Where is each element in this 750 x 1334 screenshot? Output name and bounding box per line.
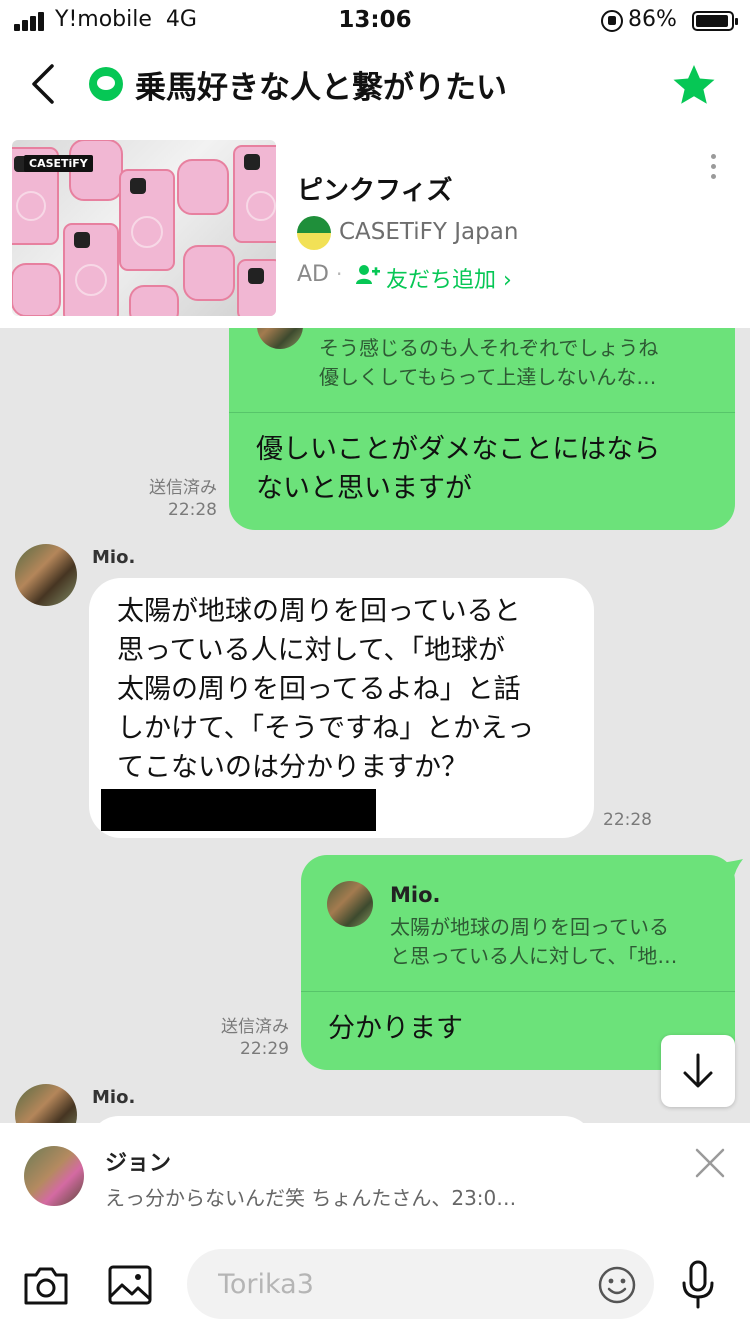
group-title[interactable]: 乗馬好きな人と繋がりたい xyxy=(135,62,507,107)
sender-avatar[interactable] xyxy=(15,1084,77,1123)
chevron-left-icon xyxy=(32,64,54,104)
ad-image[interactable]: CASETiFY xyxy=(12,140,276,316)
reply-name: Mio. xyxy=(390,883,441,907)
microphone-button[interactable] xyxy=(678,1259,718,1311)
microphone-icon xyxy=(682,1260,714,1309)
received-message-bubble[interactable] xyxy=(89,1116,594,1123)
sender-name: Mio. xyxy=(92,1087,136,1108)
back-button[interactable] xyxy=(24,58,64,110)
ad-title[interactable]: ピンクフィズ xyxy=(297,170,452,207)
redacted-block xyxy=(101,789,376,831)
message-meta: 送信済み 22:29 xyxy=(192,1016,289,1060)
ad-banner[interactable]: CASETiFY ピンクフィズ CASETiFY Japan AD · 友だち追… xyxy=(0,128,750,328)
camera-icon xyxy=(24,1267,68,1305)
star-icon xyxy=(673,65,715,104)
ad-label: AD xyxy=(297,262,329,287)
input-bar xyxy=(0,1233,750,1334)
ad-brand-name[interactable]: CASETiFY Japan xyxy=(339,219,518,245)
emoji-button[interactable] xyxy=(596,1264,638,1306)
chevron-right-icon: › xyxy=(503,268,512,293)
image-button[interactable] xyxy=(106,1261,154,1309)
new-message-preview[interactable]: ジョン えっ分からないんだ笑 ちょんたさん、23:0… xyxy=(0,1123,750,1233)
quoted-reply[interactable]: そう感じるのも人それぞれでしょうね 優しくしてもらって上達しないんな… xyxy=(229,328,735,413)
close-icon xyxy=(695,1148,725,1178)
sender-name: Mio. xyxy=(92,547,136,568)
ad-separator: · xyxy=(336,262,343,286)
read-status: 送信済み xyxy=(221,1017,289,1037)
add-friend-icon xyxy=(356,265,380,284)
favorite-button[interactable] xyxy=(671,62,717,108)
quoted-reply[interactable]: Mio. 太陽が地球の周りを回っている と思っている人に対して、「地… xyxy=(301,855,735,992)
arrow-down-icon xyxy=(683,1053,713,1088)
message-text: 太陽が地球の周りを回っていると 思っている人に対して、「地球が 太陽の周りを回っ… xyxy=(117,596,535,783)
message-meta: 送信済み 22:28 xyxy=(120,477,217,521)
sent-message-bubble[interactable]: そう感じるのも人それぞれでしょうね 優しくしてもらって上達しないんな… 優しいこ… xyxy=(229,328,735,530)
message-list[interactable]: そう感じるのも人それぞれでしょうね 優しくしてもらって上達しないんな… 優しいこ… xyxy=(0,328,750,1123)
sender-avatar[interactable] xyxy=(15,544,77,606)
ad-image-brand-tag: CASETiFY xyxy=(24,155,93,172)
message-time: 22:29 xyxy=(240,1039,289,1059)
battery-percent: 86% xyxy=(628,7,677,32)
message-text: 優しいことがダメなことにはなら ないと思いますが xyxy=(256,434,661,504)
scroll-to-bottom-button[interactable] xyxy=(661,1035,735,1107)
reply-text: 太陽が地球の周りを回っている と思っている人に対して、「地… xyxy=(390,915,678,968)
reply-text: そう感じるのも人それぞれでしょうね 優しくしてもらって上達しないんな… xyxy=(319,336,659,389)
reply-avatar xyxy=(257,328,303,349)
message-time: 22:28 xyxy=(168,500,217,520)
message-time: 22:28 xyxy=(603,810,652,830)
image-icon xyxy=(108,1265,152,1305)
notification-avatar xyxy=(24,1146,84,1206)
chat-header: 乗馬好きな人と繋がりたい xyxy=(0,44,750,128)
camera-button[interactable] xyxy=(22,1261,70,1309)
add-friend-label: 友だち追加 xyxy=(386,268,497,293)
message-input[interactable] xyxy=(187,1249,654,1319)
chat-bubble-icon xyxy=(89,67,123,101)
reply-avatar xyxy=(327,881,373,927)
emoji-icon xyxy=(598,1266,636,1304)
close-preview-button[interactable] xyxy=(692,1145,728,1181)
orientation-lock-icon xyxy=(601,10,623,32)
status-bar: Y!mobile 4G 13:06 86% xyxy=(0,0,750,44)
message-text: 分かります xyxy=(328,1013,463,1044)
more-options-button[interactable] xyxy=(705,154,721,184)
brand-avatar xyxy=(297,216,331,250)
received-message-bubble[interactable]: 太陽が地球の周りを回っていると 思っている人に対して、「地球が 太陽の周りを回っ… xyxy=(89,578,594,838)
notification-sender: ジョン xyxy=(105,1151,172,1176)
bubble-tail xyxy=(721,859,743,881)
notification-text: えっ分からないんだ笑 ちょんたさん、23:0… xyxy=(105,1186,517,1210)
read-status: 送信済み xyxy=(149,478,217,498)
battery-icon xyxy=(692,11,738,31)
